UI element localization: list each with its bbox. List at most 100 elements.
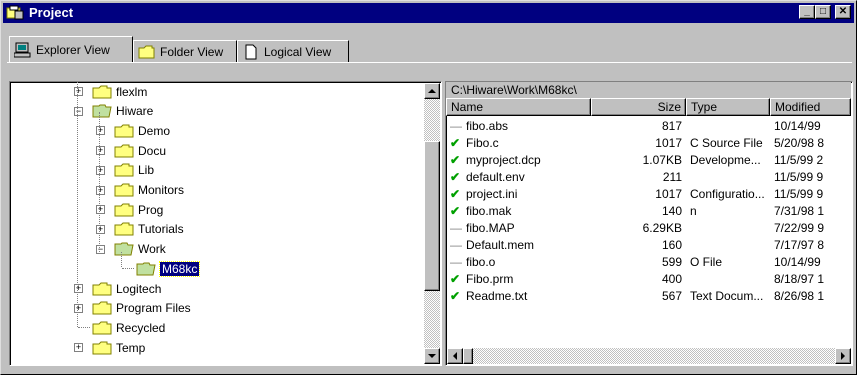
file-modified: 10/14/99 (774, 255, 821, 269)
collapse-icon[interactable]: − (74, 106, 83, 116)
expand-icon[interactable]: + (74, 87, 83, 96)
column-header-name[interactable]: Name (446, 98, 591, 116)
column-header-size[interactable]: Size (591, 98, 686, 116)
tab-folder-view[interactable]: Folder View (133, 40, 237, 62)
folder-icon (92, 341, 112, 355)
file-name: fibo.mak (466, 204, 512, 218)
file-name: default.env (466, 170, 525, 184)
file-type: C Source File (690, 136, 763, 150)
file-row[interactable]: ✔ myproject.dcp 1.07KB Developme... 11/5/99 … (446, 152, 836, 169)
arrow-right-icon (841, 352, 845, 360)
tree-item[interactable]: + Monitors (96, 181, 184, 200)
expand-icon[interactable]: + (74, 303, 83, 313)
file-type: Configuratio... (690, 187, 765, 201)
file-type: Developme... (690, 153, 761, 167)
folder-icon (114, 124, 134, 138)
tab-panel-border (7, 62, 852, 63)
tree-item-label: Prog (138, 202, 164, 217)
checkmark-icon: ✔ (450, 272, 461, 286)
tree-item-label: Recycled (116, 320, 166, 335)
file-row[interactable]: ✔ fibo.mak 140 n 7/31/98 1 (446, 203, 836, 220)
file-row[interactable]: ✔ project.ini 1017 Configuratio... 11/5/99 9 (446, 186, 836, 203)
minimize-button[interactable]: _ (799, 5, 815, 19)
file-type: Text Docum... (690, 289, 764, 303)
tab-logical-view[interactable]: Logical View (237, 40, 349, 62)
collapse-icon[interactable]: − (96, 244, 105, 254)
folder-tree-pane[interactable]: + flexlm − Hiware + Demo + Docu + Lib + Monitors + Pr… (9, 81, 442, 366)
tree-item-label: Work (138, 242, 166, 257)
tree-item-label: Temp (116, 340, 146, 355)
expand-icon[interactable]: + (74, 343, 83, 353)
checkmark-icon: ✔ (450, 187, 461, 201)
tree-item[interactable]: Recycled (78, 318, 166, 337)
scroll-right-button[interactable] (835, 348, 851, 364)
column-header-type[interactable]: Type (686, 98, 770, 116)
title-bar[interactable]: Project _ □ ✕ (3, 3, 854, 23)
tree-item[interactable]: + Temp (74, 338, 146, 357)
file-row[interactable]: — fibo.MAP 6.29KB 7/22/99 9 (446, 220, 836, 237)
file-size: 1017 (655, 136, 682, 150)
tab-explorer-view[interactable]: Explorer View (9, 36, 133, 62)
tree-item[interactable]: + Logitech (74, 279, 161, 298)
expand-icon[interactable]: + (96, 224, 105, 234)
list-column-headers: Name Size Type Modified (446, 98, 851, 116)
tree-scroll-thumb[interactable] (424, 141, 440, 291)
file-modified: 11/5/99 2 (774, 153, 824, 167)
file-row[interactable]: ✔ Readme.txt 567 Text Docum... 8/26/98 1 (446, 288, 836, 305)
tree-item-label: M68kc (158, 260, 201, 277)
tree-item-label: Tutorials (138, 222, 184, 237)
file-row[interactable]: — fibo.o 599 O File 10/14/99 (446, 254, 836, 271)
minimize-icon: _ (804, 6, 810, 17)
dash-icon: — (450, 221, 462, 235)
column-header-modified[interactable]: Modified (770, 98, 851, 116)
maximize-button[interactable]: □ (815, 5, 831, 19)
folder-icon (92, 282, 112, 295)
file-name: myproject.dcp (466, 153, 541, 167)
file-size: 160 (661, 238, 682, 252)
tree-item[interactable]: − Hiware (74, 102, 153, 121)
file-modified: 11/5/99 9 (774, 170, 824, 184)
file-row[interactable]: — fibo.abs 817 10/14/99 (446, 118, 836, 135)
maximize-icon: □ (819, 6, 827, 17)
list-horizontal-scrollbar[interactable] (447, 348, 851, 364)
tree-item[interactable]: + Prog (96, 200, 164, 219)
tree-item-label: Lib (138, 163, 155, 178)
status-bar (3, 367, 854, 374)
file-size: 567 (661, 289, 682, 303)
tree-vertical-scrollbar[interactable] (424, 83, 440, 364)
tree-item[interactable]: + Lib (96, 161, 155, 180)
tree-item[interactable]: + Tutorials (96, 220, 184, 239)
folder-icon (114, 222, 134, 236)
file-name: fibo.o (466, 255, 496, 269)
expand-icon[interactable]: + (96, 185, 105, 195)
tree-item-label: Demo (138, 123, 171, 138)
tree-connector (78, 327, 90, 329)
tree-item-label: Docu (138, 143, 167, 158)
expand-icon[interactable]: + (96, 126, 105, 136)
list-scroll-thumb[interactable] (463, 348, 473, 364)
expand-icon[interactable]: + (96, 146, 105, 156)
file-row[interactable]: ✔ Fibo.prm 400 8/18/97 1 (446, 271, 836, 288)
tree-item[interactable]: + Program Files (74, 299, 191, 318)
close-button[interactable]: ✕ (835, 5, 851, 19)
scroll-left-button[interactable] (447, 348, 463, 364)
tree-item[interactable]: M68kc (122, 259, 201, 278)
expand-icon[interactable]: + (96, 205, 105, 215)
file-modified: 5/20/98 8 (774, 136, 825, 150)
expand-icon[interactable]: + (74, 284, 83, 293)
tab-label: Folder View (160, 44, 224, 59)
file-name: Fibo.prm (466, 272, 514, 286)
file-row[interactable]: ✔ default.env 211 11/5/99 9 (446, 169, 836, 186)
tree-item[interactable]: + Docu (96, 141, 167, 160)
scroll-down-button[interactable] (424, 348, 440, 364)
tree-item[interactable]: + Demo (96, 121, 171, 140)
tree-item[interactable]: + flexlm (74, 82, 147, 101)
expand-icon[interactable]: + (96, 165, 105, 175)
file-row[interactable]: — Default.mem 160 7/17/97 8 (446, 237, 836, 254)
folder-icon (114, 203, 134, 217)
file-type: n (690, 204, 697, 218)
current-path: C:\Hiware\Work\M68kc\ (446, 82, 851, 99)
file-size: 817 (661, 119, 682, 133)
file-row[interactable]: ✔ Fibo.c 1017 C Source File 5/20/98 8 (446, 135, 836, 152)
scroll-up-button[interactable] (424, 83, 440, 99)
